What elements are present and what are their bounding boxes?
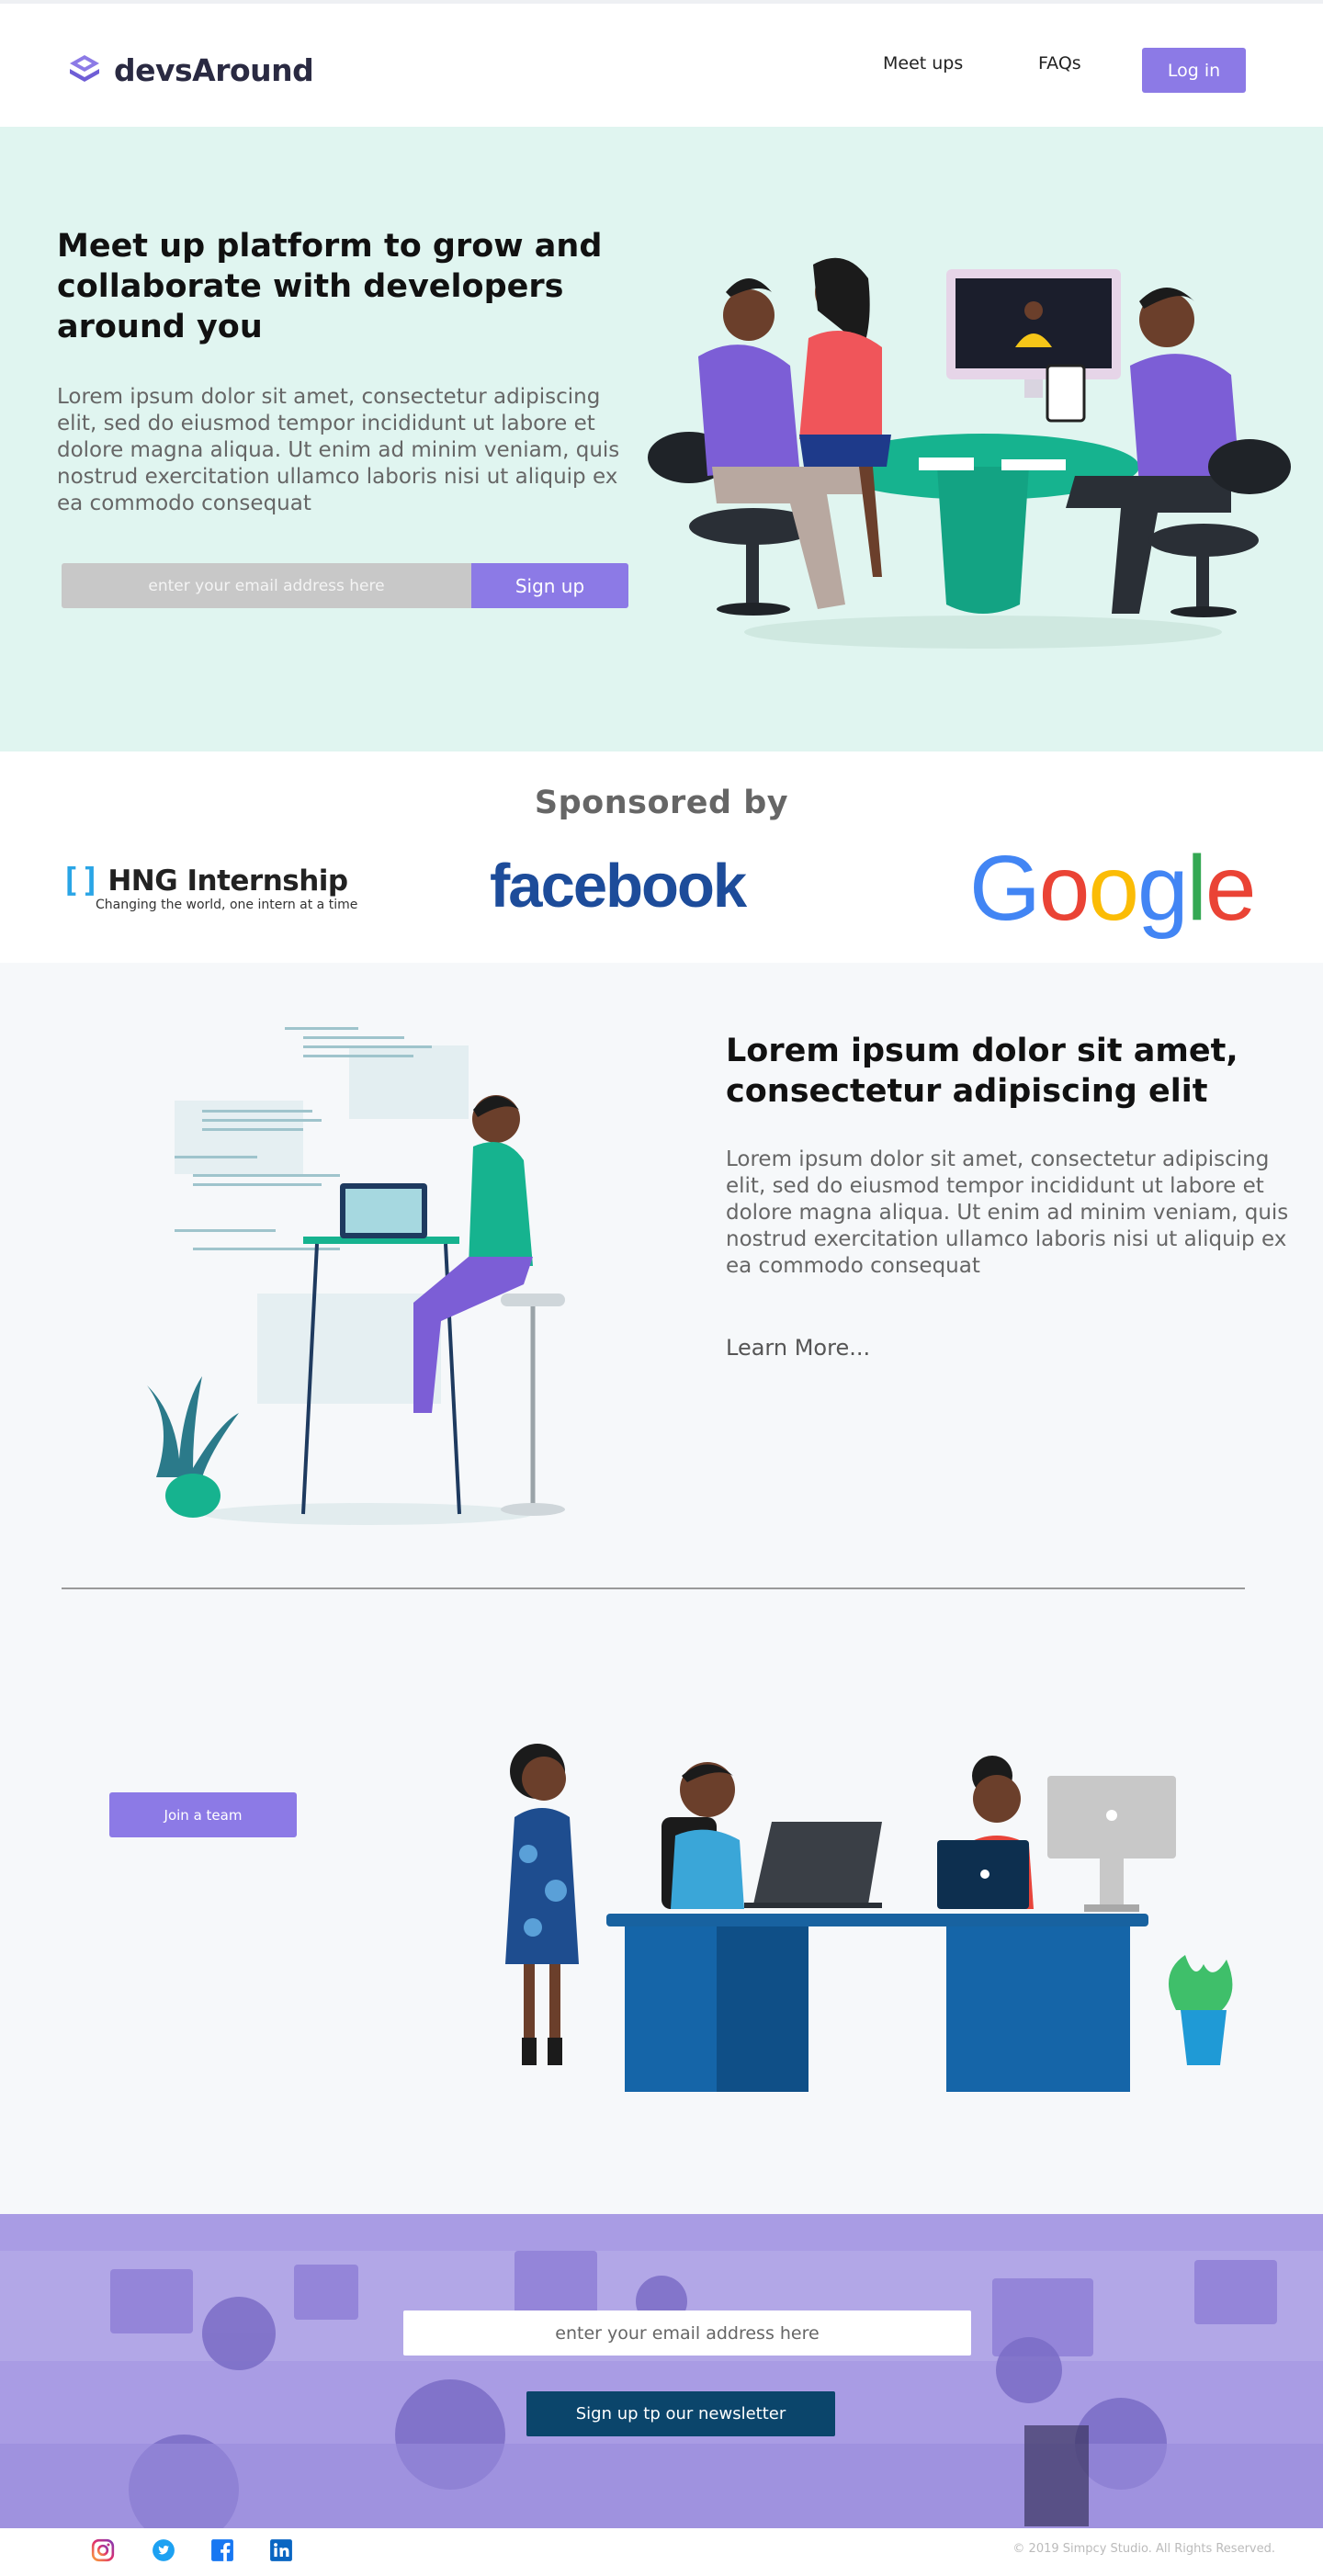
nav-link-meetups[interactable]: Meet ups [883, 53, 963, 73]
meetup-illustration [648, 257, 1291, 649]
hero-description: Lorem ipsum dolor sit amet, consectetur … [57, 385, 620, 515]
learn-more-link[interactable]: Learn More... [726, 1335, 870, 1361]
hng-tagline: Changing the world, one intern at a time [96, 898, 358, 912]
linkedin-icon[interactable] [268, 2537, 294, 2563]
hng-bracket-mark: [] [61, 862, 101, 899]
feature-title: Lorem ipsum dolor sit amet, consectetur … [726, 1033, 1238, 1110]
newsletter-email-input[interactable] [403, 2310, 971, 2356]
hng-internship-logo[interactable]: [] HNG Internship Changing the world, on… [61, 862, 357, 912]
top-navbar: devsAround Meet ups FAQs Log in [0, 0, 1323, 127]
brand-name: devsAround [114, 51, 314, 88]
footer: © 2019 Simpcy Studio. All Rights Reserve… [0, 2528, 1323, 2576]
hero-signup-form: Sign up [62, 563, 628, 608]
google-letter: e [1204, 837, 1257, 940]
hng-name: HNG Internship [107, 864, 348, 898]
facebook-icon[interactable] [209, 2537, 235, 2563]
google-letter: o [1088, 837, 1139, 940]
google-letter: g [1137, 837, 1189, 940]
feature-description: Lorem ipsum dolor sit amet, consectetur … [726, 1147, 1289, 1278]
hero-email-input[interactable] [62, 563, 471, 608]
newsletter-section: Sign up tp our newsletter [0, 2214, 1323, 2528]
google-letter: G [969, 837, 1041, 940]
twitter-icon[interactable] [151, 2537, 176, 2563]
copyright-text: © 2019 Simpcy Studio. All Rights Reserve… [1012, 2542, 1275, 2556]
newsletter-signup-button[interactable]: Sign up tp our newsletter [526, 2391, 835, 2436]
hero-title: Meet up platform to grow and collaborate… [57, 228, 603, 345]
team-working-illustration [505, 1744, 1233, 2092]
section-divider [62, 1587, 1245, 1589]
instagram-icon[interactable] [90, 2537, 116, 2563]
hero-signup-button[interactable]: Sign up [471, 563, 628, 608]
sponsors-section: Sponsored by [] HNG Internship Changing … [0, 751, 1323, 963]
sponsored-by-heading: Sponsored by [534, 785, 789, 821]
join-team-button[interactable]: Join a team [109, 1792, 297, 1837]
google-letter: o [1038, 837, 1091, 940]
google-letter: l [1186, 837, 1207, 940]
brand-logo[interactable]: devsAround [66, 51, 314, 88]
google-logo[interactable]: Google [969, 836, 1257, 942]
cube-logo-icon [70, 55, 99, 82]
nav-link-faqs[interactable]: FAQs [1038, 53, 1081, 73]
office-background-image [0, 2214, 1323, 2528]
facebook-logo[interactable]: facebook [490, 851, 747, 921]
hero-section: Meet up platform to grow and collaborate… [0, 127, 1323, 751]
feature-section: Lorem ipsum dolor sit amet, consectetur … [0, 963, 1323, 2214]
developer-at-desk-illustration [147, 1027, 565, 1525]
login-button[interactable]: Log in [1142, 48, 1246, 93]
